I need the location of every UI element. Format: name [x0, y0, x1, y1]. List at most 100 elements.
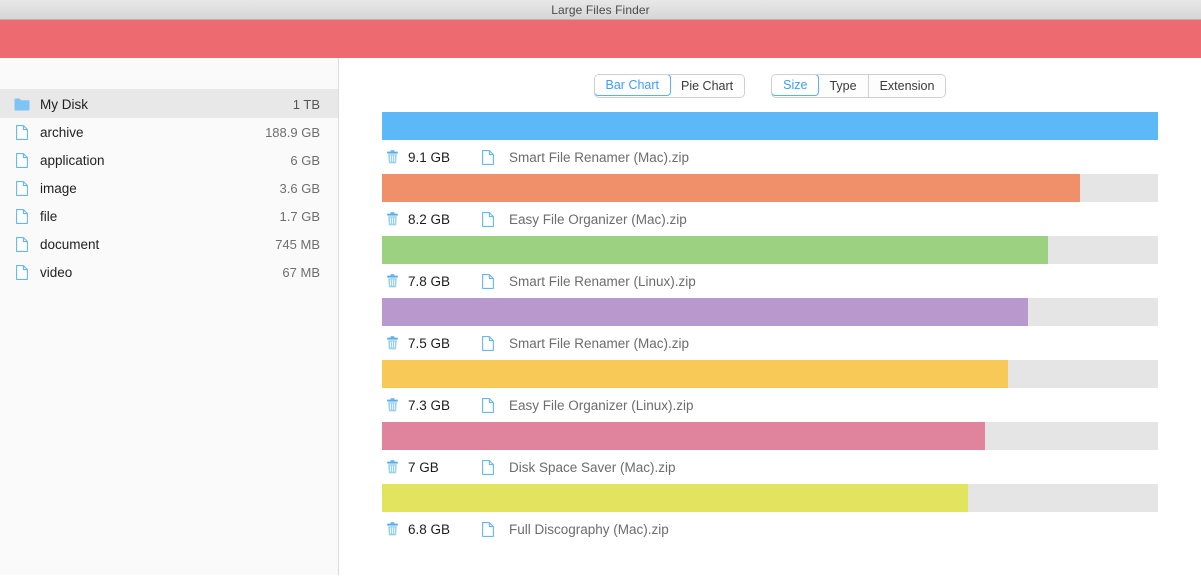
- bar-fill: [382, 174, 1080, 202]
- chart-row-meta: 7.3 GB Easy File Organizer (Linux).zip: [382, 388, 1158, 422]
- chart-row: 7.5 GB Smart File Renamer (Mac).zip: [382, 298, 1158, 360]
- sidebar-list: My Disk1 TBarchive188.9 GBapplication6 G…: [0, 90, 338, 286]
- trash-icon[interactable]: [386, 522, 400, 536]
- chart-row-meta: 8.2 GB Easy File Organizer (Mac).zip: [382, 202, 1158, 236]
- file-icon: [14, 124, 30, 140]
- file-name-label[interactable]: Easy File Organizer (Linux).zip: [509, 398, 694, 413]
- bar-fill: [382, 360, 1008, 388]
- trash-icon[interactable]: [386, 336, 400, 350]
- bar-chart: 9.1 GB Smart File Renamer (Mac).zip 8.2 GB…: [339, 112, 1201, 546]
- bar-track: [382, 174, 1158, 202]
- file-icon: [14, 180, 30, 196]
- bar-fill: [382, 236, 1048, 264]
- file-name-label[interactable]: Smart File Renamer (Mac).zip: [509, 150, 689, 165]
- file-icon: [14, 236, 30, 252]
- file-size-label: 8.2 GB: [408, 212, 482, 227]
- sidebar-item-label: image: [40, 181, 280, 196]
- chart-row: 7 GB Disk Space Saver (Mac).zip: [382, 422, 1158, 484]
- file-name-label[interactable]: Full Discography (Mac).zip: [509, 522, 669, 537]
- sidebar-item-image[interactable]: image3.6 GB: [0, 174, 338, 202]
- app-body: My Disk1 TBarchive188.9 GBapplication6 G…: [0, 58, 1201, 575]
- file-size-label: 7 GB: [408, 460, 482, 475]
- chart-type-segmented-control[interactable]: Bar ChartPie Chart: [594, 74, 746, 98]
- sidebar-item-archive[interactable]: archive188.9 GB: [0, 118, 338, 146]
- sidebar-item-label: video: [40, 265, 282, 280]
- segment-pie-chart[interactable]: Pie Chart: [670, 75, 744, 97]
- sidebar-item-file[interactable]: file1.7 GB: [0, 202, 338, 230]
- file-size-label: 7.3 GB: [408, 398, 482, 413]
- view-controls: Bar ChartPie Chart SizeTypeExtension: [339, 58, 1201, 98]
- sidebar-item-size: 745 MB: [275, 237, 320, 252]
- chart-row-meta: 6.8 GB Full Discography (Mac).zip: [382, 512, 1158, 546]
- group-by-segmented-control[interactable]: SizeTypeExtension: [771, 74, 946, 98]
- file-icon: [482, 149, 496, 165]
- file-icon: [482, 335, 496, 351]
- file-name-label[interactable]: Smart File Renamer (Mac).zip: [509, 336, 689, 351]
- file-icon: [14, 264, 30, 280]
- file-icon: [14, 152, 30, 168]
- trash-icon[interactable]: [386, 150, 400, 164]
- sidebar-item-document[interactable]: document745 MB: [0, 230, 338, 258]
- main-panel: Bar ChartPie Chart SizeTypeExtension 9.1…: [339, 58, 1201, 575]
- file-name-label[interactable]: Easy File Organizer (Mac).zip: [509, 212, 687, 227]
- sidebar-item-size: 3.6 GB: [280, 181, 320, 196]
- file-icon: [482, 397, 496, 413]
- file-name-label[interactable]: Smart File Renamer (Linux).zip: [509, 274, 696, 289]
- window-titlebar: Large Files Finder: [0, 0, 1201, 20]
- file-size-label: 7.8 GB: [408, 274, 482, 289]
- chart-row: 9.1 GB Smart File Renamer (Mac).zip: [382, 112, 1158, 174]
- bar-fill: [382, 422, 985, 450]
- file-size-label: 6.8 GB: [408, 522, 482, 537]
- file-icon: [482, 459, 496, 475]
- bar-track: [382, 298, 1158, 326]
- bar-track: [382, 236, 1158, 264]
- chart-row-meta: 9.1 GB Smart File Renamer (Mac).zip: [382, 140, 1158, 174]
- chart-row-meta: 7.5 GB Smart File Renamer (Mac).zip: [382, 326, 1158, 360]
- chart-row: 7.8 GB Smart File Renamer (Linux).zip: [382, 236, 1158, 298]
- sidebar-header: [0, 58, 338, 90]
- segment-type[interactable]: Type: [818, 75, 868, 97]
- bar-fill: [382, 484, 968, 512]
- trash-icon[interactable]: [386, 398, 400, 412]
- sidebar-item-size: 1 TB: [293, 97, 320, 112]
- sidebar: My Disk1 TBarchive188.9 GBapplication6 G…: [0, 58, 339, 575]
- bar-track: [382, 422, 1158, 450]
- sidebar-item-my-disk[interactable]: My Disk1 TB: [0, 90, 338, 118]
- sidebar-item-label: My Disk: [40, 97, 293, 112]
- chart-row: 7.3 GB Easy File Organizer (Linux).zip: [382, 360, 1158, 422]
- segment-extension[interactable]: Extension: [869, 75, 946, 97]
- sidebar-item-size: 1.7 GB: [280, 209, 320, 224]
- window-title: Large Files Finder: [551, 3, 650, 17]
- file-icon: [482, 211, 496, 227]
- bar-fill: [382, 298, 1028, 326]
- bar-track: [382, 360, 1158, 388]
- file-icon: [482, 521, 496, 537]
- folder-icon: [14, 96, 30, 112]
- file-size-label: 9.1 GB: [408, 150, 482, 165]
- bar-fill: [382, 112, 1158, 140]
- bar-track: [382, 484, 1158, 512]
- trash-icon[interactable]: [386, 460, 400, 474]
- sidebar-item-size: 67 MB: [282, 265, 320, 280]
- segment-size[interactable]: Size: [771, 74, 819, 96]
- sidebar-item-label: archive: [40, 125, 265, 140]
- sidebar-item-size: 6 GB: [290, 153, 320, 168]
- file-size-label: 7.5 GB: [408, 336, 482, 351]
- file-name-label[interactable]: Disk Space Saver (Mac).zip: [509, 460, 676, 475]
- sidebar-item-label: application: [40, 153, 290, 168]
- trash-icon[interactable]: [386, 274, 400, 288]
- file-icon: [482, 273, 496, 289]
- sidebar-item-size: 188.9 GB: [265, 125, 320, 140]
- sidebar-item-label: document: [40, 237, 275, 252]
- sidebar-item-application[interactable]: application6 GB: [0, 146, 338, 174]
- sidebar-item-video[interactable]: video67 MB: [0, 258, 338, 286]
- bar-track: [382, 112, 1158, 140]
- segment-bar-chart[interactable]: Bar Chart: [594, 74, 672, 96]
- trash-icon[interactable]: [386, 212, 400, 226]
- chart-row: 6.8 GB Full Discography (Mac).zip: [382, 484, 1158, 546]
- chart-row: 8.2 GB Easy File Organizer (Mac).zip: [382, 174, 1158, 236]
- chart-row-meta: 7.8 GB Smart File Renamer (Linux).zip: [382, 264, 1158, 298]
- file-icon: [14, 208, 30, 224]
- chart-row-meta: 7 GB Disk Space Saver (Mac).zip: [382, 450, 1158, 484]
- app-toolbar: [0, 20, 1201, 58]
